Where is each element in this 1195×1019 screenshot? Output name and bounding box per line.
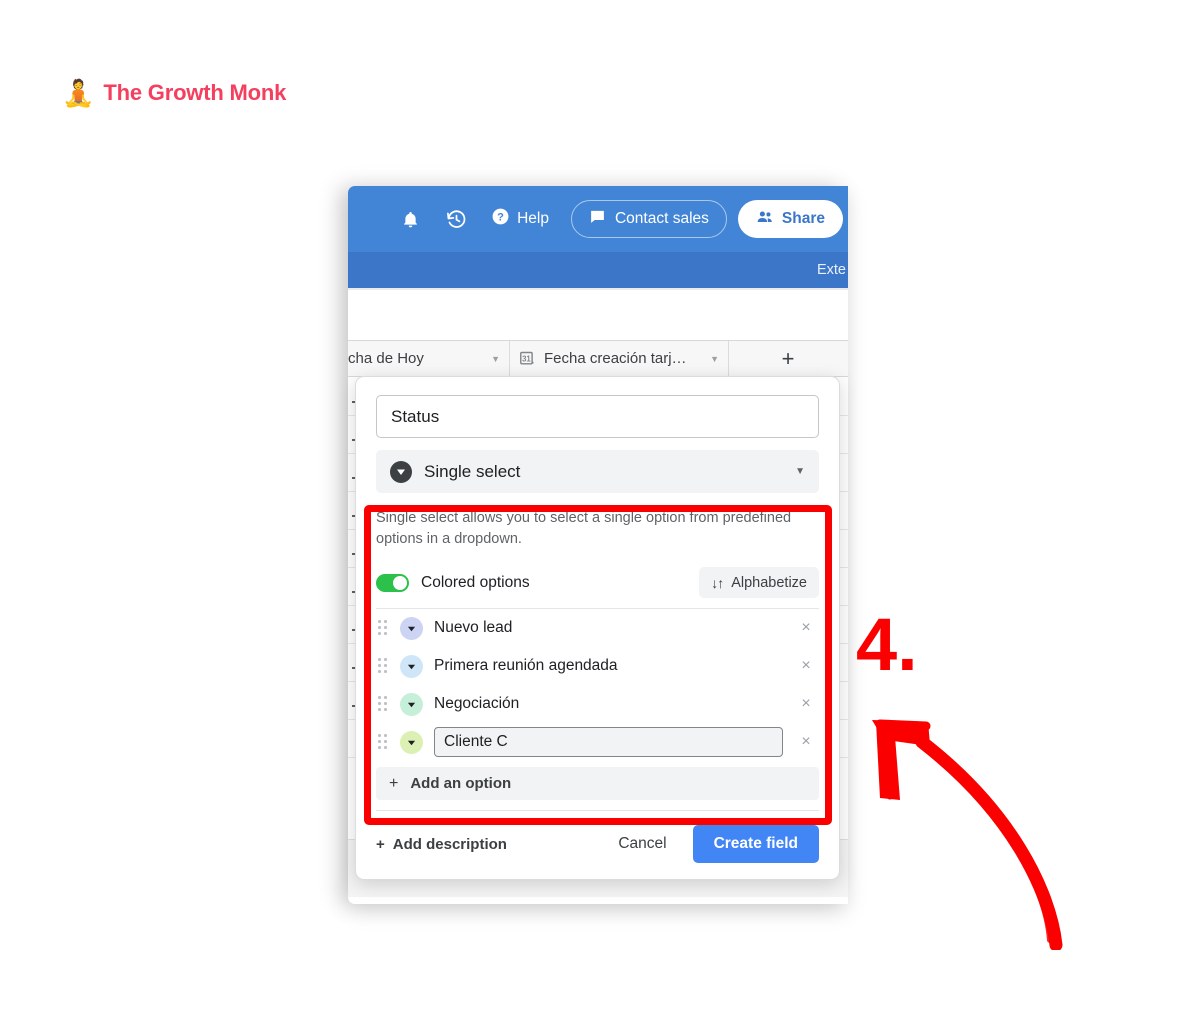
option-row: Negociación × (376, 685, 819, 723)
option-name-input[interactable] (434, 727, 783, 758)
brand-logo: 🧘 The Growth Monk (62, 80, 286, 106)
plus-icon: + (389, 774, 399, 792)
chevron-circle-icon (390, 460, 412, 483)
add-description-label: Add description (392, 835, 507, 853)
help-label: Help (517, 210, 549, 227)
screenshot-root: 🧘 The Growth Monk ? Help Contact sales S… (0, 0, 1195, 1019)
chevron-down-icon: ▼ (795, 466, 805, 477)
add-column-button[interactable]: + (729, 341, 847, 376)
remove-option-button[interactable]: × (793, 657, 819, 675)
column-label: cha de Hoy (348, 350, 424, 367)
colored-options-row: Colored options ↓↑ Alphabetize (376, 567, 819, 599)
remove-option-button[interactable]: × (793, 619, 819, 637)
alphabetize-button[interactable]: ↓↑ Alphabetize (699, 567, 819, 599)
share-button[interactable]: Share (737, 200, 843, 238)
chevron-down-icon[interactable]: ▼ (710, 354, 719, 364)
contact-sales-label: Contact sales (614, 210, 709, 227)
sort-arrows-icon: ↓↑ (711, 574, 724, 591)
bell-icon[interactable] (387, 196, 433, 242)
option-label[interactable]: Primera reunión agendada (434, 657, 783, 675)
colored-options-label: Colored options (421, 573, 530, 591)
field-type-description: Single select allows you to select a sin… (376, 510, 792, 548)
footer-divider (376, 810, 819, 812)
drag-handle-icon[interactable] (378, 658, 392, 674)
field-type-select[interactable]: Single select ▼ (376, 450, 819, 493)
plus-icon: + (376, 835, 385, 853)
sheet-toolbar-area (348, 290, 848, 340)
help-button[interactable]: ? Help (479, 201, 561, 237)
subbar-label: Exte (816, 262, 846, 278)
field-type-label: Single select (424, 461, 521, 481)
app-topbar: ? Help Contact sales Share (348, 186, 848, 252)
alphabetize-label: Alphabetize (731, 574, 807, 591)
monk-emoji-icon: 🧘 (62, 78, 95, 108)
option-color-swatch[interactable] (400, 730, 423, 754)
option-color-swatch[interactable] (400, 692, 423, 716)
plus-icon: + (781, 345, 795, 371)
add-option-button[interactable]: + Add an option (376, 767, 819, 801)
annotation-step-number: 4. (856, 603, 918, 686)
field-editor-dialog: Single select ▼ Single select allows you… (355, 376, 840, 881)
drag-handle-icon[interactable] (378, 734, 392, 750)
svg-text:31: 31 (522, 354, 531, 363)
field-name-input[interactable] (376, 395, 819, 438)
contact-sales-button[interactable]: Contact sales (570, 200, 727, 238)
people-icon (756, 208, 774, 231)
share-label: Share (781, 210, 825, 227)
create-field-button[interactable]: Create field (692, 825, 819, 864)
option-row: Primera reunión agendada × (376, 647, 819, 685)
drag-handle-icon[interactable] (378, 696, 392, 712)
cancel-button[interactable]: Cancel (602, 835, 682, 853)
chat-bubble-icon (589, 208, 606, 230)
table-column-header-row: cha de Hoy ▼ 31 Fecha creación tarj… ▼ + (348, 340, 848, 377)
option-label[interactable]: Negociación (434, 695, 783, 713)
drag-handle-icon[interactable] (378, 620, 392, 636)
colored-options-toggle[interactable] (376, 573, 409, 592)
question-circle-icon: ? (491, 207, 510, 231)
history-icon[interactable] (433, 196, 479, 242)
option-color-swatch[interactable] (400, 616, 423, 640)
remove-option-button[interactable]: × (793, 733, 819, 751)
svg-text:?: ? (497, 211, 504, 223)
toggle-knob (393, 575, 407, 590)
option-row: Nuevo lead × (376, 609, 819, 647)
brand-name: The Growth Monk (103, 80, 287, 105)
column-label: Fecha creación tarj… (544, 350, 687, 367)
annotation-arrow-icon (850, 700, 1070, 955)
remove-option-button[interactable]: × (793, 695, 819, 713)
dialog-footer: + Add description Cancel Create field (376, 825, 819, 864)
app-subbar: Exte (348, 252, 848, 288)
calendar-31-icon: 31 (519, 350, 536, 367)
add-description-button[interactable]: + Add description (376, 836, 507, 853)
chevron-down-icon[interactable]: ▼ (491, 354, 500, 364)
option-label[interactable]: Nuevo lead (434, 619, 783, 637)
add-option-label: Add an option (410, 775, 512, 793)
column-header-fecha-creacion[interactable]: 31 Fecha creación tarj… ▼ (510, 341, 729, 376)
option-color-swatch[interactable] (400, 654, 423, 678)
option-row-editing: × (376, 723, 819, 761)
column-header-fecha-de-hoy[interactable]: cha de Hoy ▼ (348, 341, 510, 376)
